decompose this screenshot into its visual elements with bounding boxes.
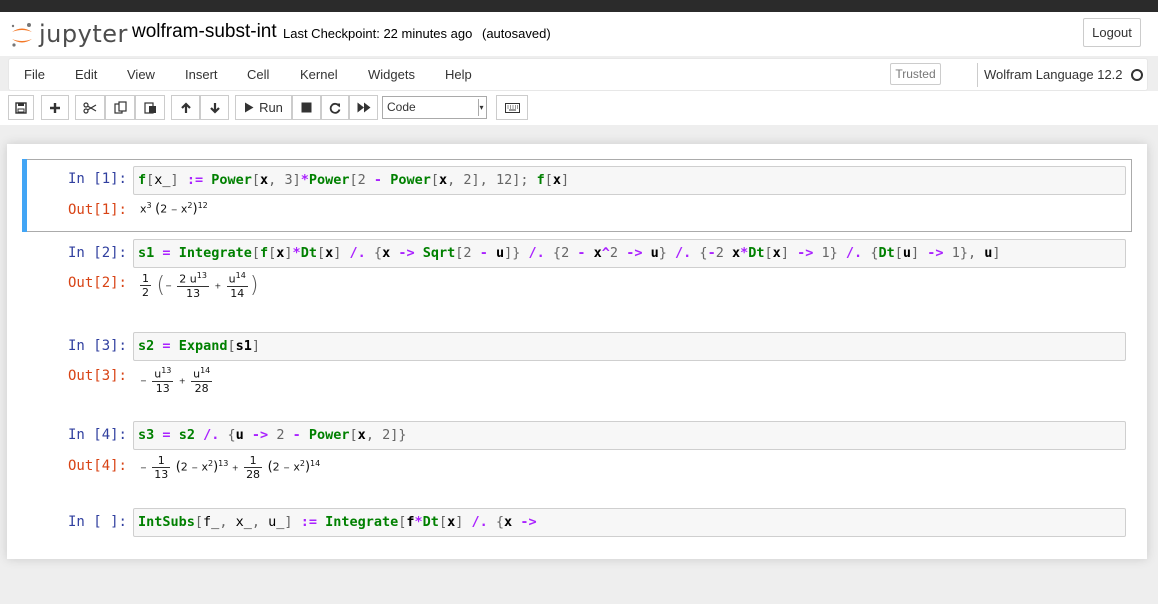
move-up-button[interactable] — [171, 95, 200, 120]
out-prompt: Out[1]: — [67, 202, 127, 218]
paste-button[interactable] — [135, 95, 165, 120]
menu-file[interactable]: File — [24, 67, 45, 82]
menu-bar: File Edit View Insert Cell Kernel Widget… — [8, 58, 1148, 91]
cell-output: − u13 13 + u14 28 — [140, 366, 213, 395]
in-prompt: In [2]: — [67, 245, 127, 261]
arrow-down-icon — [209, 102, 220, 114]
code-input[interactable]: f[x_] := Power[x, 3]*Power[2 - Power[x, … — [133, 166, 1126, 195]
copy-button[interactable] — [105, 95, 135, 120]
paste-icon — [143, 102, 156, 114]
menu-cell[interactable]: Cell — [247, 67, 269, 82]
cut-button[interactable] — [75, 95, 105, 120]
in-prompt: In [3]: — [67, 338, 127, 354]
cell-output: x3 (2 − x2)12 — [140, 201, 208, 217]
menu-insert[interactable]: Insert — [185, 67, 218, 82]
chevron-down-icon: ▾ — [478, 99, 484, 116]
restart-button[interactable] — [321, 95, 349, 120]
fast-forward-icon — [357, 102, 370, 113]
cell-type-value: Code — [387, 100, 416, 114]
menu-view[interactable]: View — [127, 67, 155, 82]
cell-output: − 1 13 (2 − x2)13 + 1 28 (2 − x2)14 — [140, 454, 321, 481]
copy-icon — [113, 101, 127, 114]
run-button[interactable]: Run — [235, 95, 292, 120]
logout-button[interactable]: Logout — [1083, 18, 1141, 47]
kernel-separator — [977, 63, 978, 87]
cell-output: 12 (− 2 u13 13 + u14 14) — [140, 271, 259, 300]
keyboard-icon — [504, 102, 520, 113]
plus-icon — [50, 102, 60, 113]
out-prompt: Out[4]: — [67, 458, 127, 474]
interrupt-button[interactable] — [292, 95, 321, 120]
move-down-button[interactable] — [200, 95, 229, 120]
trusted-indicator[interactable]: Trusted — [890, 63, 941, 85]
save-button[interactable] — [8, 95, 34, 120]
floppy-disk-icon — [15, 101, 27, 114]
kernel-name: Wolfram Language 12.2 — [984, 67, 1123, 82]
play-icon — [245, 102, 254, 113]
browser-top-strip — [0, 0, 1158, 12]
autosave-status: (autosaved) — [482, 26, 551, 41]
notebook-header: jupyter wolfram-subst-int Last Checkpoin… — [0, 12, 1158, 56]
in-prompt: In [4]: — [67, 427, 127, 443]
restart-run-all-button[interactable] — [349, 95, 378, 120]
arrow-up-icon — [180, 101, 191, 113]
in-prompt: In [ ]: — [67, 514, 127, 530]
menu-widgets[interactable]: Widgets — [368, 67, 415, 82]
run-label: Run — [259, 100, 283, 115]
code-input[interactable]: s1 = Integrate[f[x]*Dt[x] /. {x -> Sqrt[… — [133, 239, 1126, 268]
refresh-icon — [329, 102, 341, 114]
scissors-icon — [83, 101, 97, 114]
in-prompt: In [1]: — [67, 171, 127, 187]
selected-cell-indicator — [22, 159, 27, 232]
code-input[interactable]: s2 = Expand[s1] — [133, 332, 1126, 361]
jupyter-logo-text: jupyter — [39, 20, 128, 48]
insert-cell-button[interactable] — [41, 95, 69, 120]
jupyter-logo-icon — [11, 23, 32, 47]
command-palette-button[interactable] — [496, 95, 528, 120]
notebook-name[interactable]: wolfram-subst-int — [132, 21, 277, 43]
menu-kernel[interactable]: Kernel — [300, 67, 338, 82]
code-input[interactable]: s3 = s2 /. {u -> 2 - Power[x, 2]} — [133, 421, 1126, 450]
kernel-idle-icon — [1131, 69, 1143, 81]
cell-type-select[interactable]: Code ▾ — [382, 96, 487, 119]
stop-icon — [301, 102, 312, 113]
menu-edit[interactable]: Edit — [75, 67, 97, 82]
last-checkpoint: Last Checkpoint: 22 minutes ago — [283, 26, 473, 41]
notebook-container: In [1]: f[x_] := Power[x, 3]*Power[2 - P… — [7, 144, 1147, 559]
out-prompt: Out[2]: — [67, 275, 127, 291]
toolbar: Run Code ▾ — [0, 91, 1158, 125]
code-input[interactable]: IntSubs[f_, x_, u_] := Integrate[f*Dt[x]… — [133, 508, 1126, 537]
menu-help[interactable]: Help — [445, 67, 472, 82]
out-prompt: Out[3]: — [67, 368, 127, 384]
jupyter-logo[interactable]: jupyter — [10, 20, 127, 50]
